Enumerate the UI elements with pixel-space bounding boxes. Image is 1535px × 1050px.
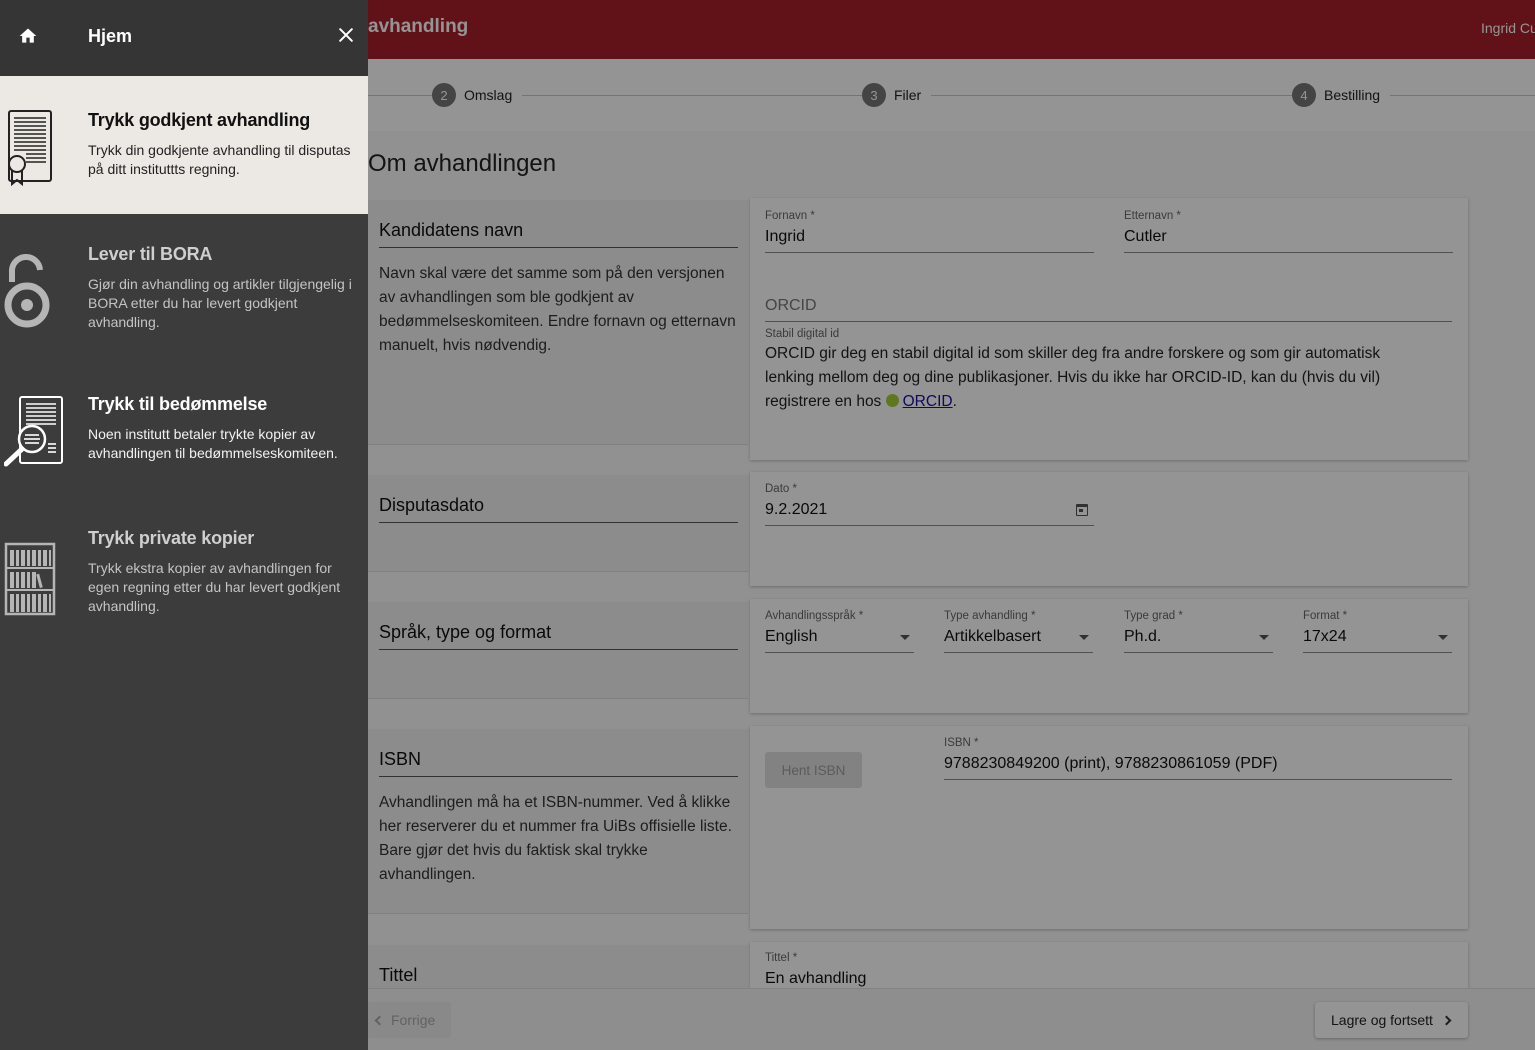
bookshelf-icon (4, 542, 56, 621)
close-icon[interactable] (336, 25, 356, 50)
drawer-header: Hjem (0, 0, 368, 76)
document-magnifier-icon (3, 394, 66, 479)
document-certificate-icon (4, 108, 54, 193)
drawer-item-title: Trykk til bedømmelse (88, 394, 268, 414)
drawer-item-text: Noen institutt betaler trykte kopier av … (88, 426, 338, 461)
navigation-drawer: Hjem Trykk godkjent avhandling Trykk din… (0, 0, 368, 1050)
open-access-lock-icon (4, 252, 54, 337)
drawer-item-bedommelse[interactable]: Trykk til bedømmelse Noen institutt beta… (0, 364, 368, 498)
drawer-item-bora[interactable]: Lever til BORA Gjør din avhandling og ar… (0, 214, 368, 364)
drawer-item-text: Trykk ekstra kopier av avhandlingen for … (88, 560, 341, 614)
drawer-item-text: Gjør din avhandling og artikler tilgjeng… (88, 276, 352, 330)
drawer-title[interactable]: Hjem (88, 26, 132, 47)
drawer-item-private-kopier[interactable]: Trykk private kopier Trykk ekstra kopier… (0, 498, 368, 648)
drawer-item-title: Lever til BORA (88, 244, 213, 264)
drawer-item-text: Trykk din godkjente avhandling til dispu… (88, 142, 351, 177)
home-icon[interactable] (18, 26, 38, 51)
drawer-item-title: Trykk private kopier (88, 528, 255, 548)
drawer-item-title: Trykk godkjent avhandling (88, 110, 311, 130)
drawer-item-trykk-godkjent[interactable]: Trykk godkjent avhandling Trykk din godk… (0, 76, 368, 214)
